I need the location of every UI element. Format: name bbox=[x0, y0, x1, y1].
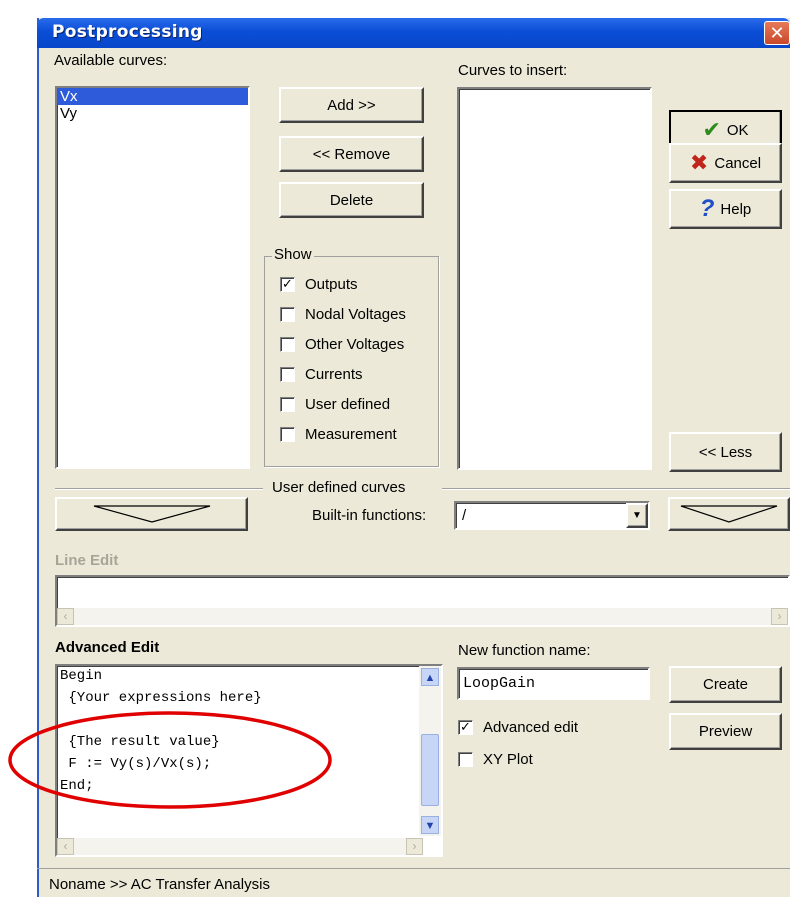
ok-label: OK bbox=[726, 121, 749, 139]
line-edit-label: Line Edit bbox=[55, 552, 119, 569]
window-title: Postprocessing bbox=[52, 22, 203, 42]
advanced-edit-label: Advanced Edit bbox=[55, 639, 160, 656]
scroll-left-icon[interactable]: ‹ bbox=[57, 608, 74, 625]
line-edit-field[interactable]: ‹ › bbox=[55, 575, 790, 627]
advanced-edit-checkbox-row[interactable]: ✓ Advanced edit bbox=[458, 712, 578, 742]
show-label: Show bbox=[272, 246, 314, 263]
show-option-row[interactable]: ✓ Outputs bbox=[280, 269, 435, 299]
separator-right bbox=[442, 488, 790, 490]
status-text: Noname >> AC Transfer Analysis bbox=[49, 876, 270, 893]
builtin-functions-select[interactable]: / ▼ bbox=[454, 501, 650, 530]
cancel-label: Cancel bbox=[714, 154, 762, 172]
show-option-checkbox[interactable] bbox=[280, 396, 295, 412]
show-option-checkbox[interactable] bbox=[280, 336, 295, 352]
remove-button[interactable]: << Remove bbox=[279, 136, 424, 172]
create-button[interactable]: Create bbox=[669, 666, 782, 703]
advanced-edit-checkbox[interactable]: ✓ bbox=[458, 719, 473, 735]
curves-to-insert-list[interactable] bbox=[457, 87, 652, 470]
scroll-down-icon[interactable]: ▼ bbox=[421, 816, 439, 834]
code-hscrollbar[interactable]: ‹ › bbox=[57, 838, 423, 855]
builtin-functions-label: Built-in functions: bbox=[312, 507, 427, 524]
show-option-label: Currents bbox=[305, 365, 363, 383]
question-icon: ? bbox=[699, 195, 715, 222]
xy-plot-checkbox[interactable] bbox=[458, 751, 473, 767]
show-option-row[interactable]: Currents bbox=[280, 359, 435, 389]
available-curves-label: Available curves: bbox=[54, 52, 168, 69]
show-option-label: User defined bbox=[305, 395, 391, 413]
show-option-row[interactable]: User defined bbox=[280, 389, 435, 419]
delete-button[interactable]: Delete bbox=[279, 182, 424, 218]
curve-list-item[interactable]: Vx bbox=[57, 88, 248, 105]
cancel-button[interactable]: ✖ Cancel bbox=[669, 143, 782, 183]
user-defined-curves-label: User defined curves bbox=[272, 479, 406, 496]
status-bar: Noname >> AC Transfer Analysis bbox=[37, 868, 790, 897]
show-option-label: Other Voltages bbox=[305, 335, 405, 353]
scroll-thumb[interactable] bbox=[421, 734, 439, 806]
show-option-checkbox[interactable] bbox=[280, 426, 295, 442]
triangle-down-icon bbox=[93, 505, 210, 523]
preview-button[interactable]: Preview bbox=[669, 713, 782, 750]
code-line: Begin bbox=[60, 668, 103, 684]
show-option-row[interactable]: Other Voltages bbox=[280, 329, 435, 359]
checkmark-icon: ✔ bbox=[702, 117, 721, 142]
available-curves-list[interactable]: Vx Vy bbox=[55, 86, 250, 469]
show-option-checkbox[interactable]: ✓ bbox=[280, 276, 295, 292]
separator-left bbox=[55, 488, 263, 490]
builtin-functions-value: / bbox=[462, 507, 467, 524]
show-options: ✓ Outputs Nodal Voltages Other Voltages Curr… bbox=[280, 269, 435, 449]
advanced-edit-option-label: Advanced edit bbox=[483, 718, 579, 736]
scroll-right-icon[interactable]: › bbox=[406, 838, 423, 855]
scroll-up-icon[interactable]: ▲ bbox=[421, 668, 439, 686]
curves-to-insert-label: Curves to insert: bbox=[458, 62, 568, 79]
show-option-checkbox[interactable] bbox=[280, 366, 295, 382]
help-button[interactable]: ? Help bbox=[669, 189, 782, 229]
code-vscrollbar[interactable]: ▲ ▼ bbox=[419, 666, 441, 836]
show-option-checkbox[interactable] bbox=[280, 306, 295, 322]
show-option-row[interactable]: Nodal Voltages bbox=[280, 299, 435, 329]
expand-right-button[interactable] bbox=[668, 497, 790, 531]
close-button[interactable]: ✕ bbox=[764, 21, 790, 45]
line-edit-hscrollbar[interactable]: ‹ › bbox=[57, 608, 788, 625]
expand-left-button[interactable] bbox=[55, 497, 248, 531]
show-option-label: Outputs bbox=[305, 275, 358, 293]
help-label: Help bbox=[720, 200, 752, 218]
xy-plot-label: XY Plot bbox=[483, 750, 533, 768]
new-function-name-label: New function name: bbox=[458, 642, 591, 659]
show-option-row[interactable]: Measurement bbox=[280, 419, 435, 449]
show-option-label: Nodal Voltages bbox=[305, 305, 406, 323]
scroll-left-icon[interactable]: ‹ bbox=[57, 838, 74, 855]
new-function-name-value: LoopGain bbox=[463, 675, 536, 692]
new-function-name-input[interactable]: LoopGain bbox=[457, 667, 650, 700]
xy-plot-checkbox-row[interactable]: XY Plot bbox=[458, 744, 533, 774]
triangle-down-icon bbox=[680, 505, 778, 523]
scroll-right-icon[interactable]: › bbox=[771, 608, 788, 625]
add-button[interactable]: Add >> bbox=[279, 87, 424, 123]
curve-list-item[interactable]: Vy bbox=[57, 105, 248, 122]
show-option-label: Measurement bbox=[305, 425, 397, 443]
x-icon: ✖ bbox=[689, 150, 709, 175]
annotation-ellipse bbox=[8, 711, 332, 809]
chevron-down-icon[interactable]: ▼ bbox=[626, 503, 648, 528]
less-button[interactable]: << Less bbox=[669, 432, 782, 472]
